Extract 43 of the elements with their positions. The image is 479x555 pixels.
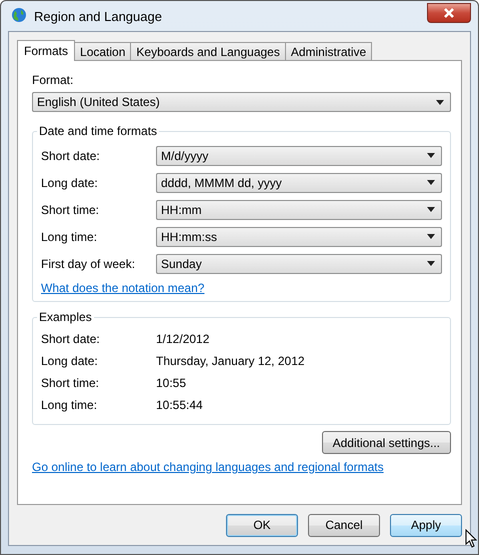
format-dropdown[interactable]: HH:mm	[156, 200, 442, 220]
example-value: 10:55	[156, 376, 186, 390]
caret-icon	[436, 100, 444, 104]
group-title: Examples	[38, 310, 93, 324]
dialog-button[interactable]: Apply	[390, 514, 462, 536]
notation-link[interactable]: What does the notation mean?	[41, 281, 204, 295]
tab[interactable]: Location	[74, 42, 132, 60]
example-label: Long time:	[41, 398, 98, 412]
example-value: 1/12/2012	[156, 332, 210, 346]
format-label: Long time:	[41, 230, 98, 244]
example-label: Short date:	[41, 332, 101, 346]
format-label: Short time:	[41, 202, 100, 216]
caret-icon	[427, 153, 435, 158]
example-label: Long date:	[41, 354, 99, 368]
dialog-button[interactable]: Cancel	[308, 514, 380, 536]
caret-icon	[427, 261, 435, 266]
format-label: First day of week:	[41, 256, 136, 270]
group-title: Date and time formats	[38, 124, 158, 138]
window-title: Region and Language	[34, 8, 162, 24]
example-label: Short time:	[41, 376, 100, 390]
caret-icon	[427, 234, 435, 239]
close-button[interactable]	[427, 3, 471, 23]
format-dropdown[interactable]: dddd, MMMM dd, yyyy	[156, 172, 442, 192]
tab[interactable]: Formats	[17, 40, 76, 61]
cursor-icon	[465, 529, 477, 548]
format-dropdown[interactable]: HH:mm:ss	[156, 226, 442, 246]
example-value: Thursday, January 12, 2012	[156, 354, 305, 368]
close-icon	[443, 8, 455, 18]
example-value: 10:55:44	[156, 398, 203, 412]
tab[interactable]: Keyboards and Languages	[130, 42, 286, 60]
dialog-button[interactable]: OK	[226, 514, 298, 536]
additional-settings-button[interactable]: Additional settings...	[322, 431, 451, 454]
format-dropdown[interactable]: English (United States)	[32, 92, 451, 112]
format-label: Format:	[32, 73, 74, 87]
format-label: Long date:	[41, 176, 99, 190]
format-dropdown[interactable]: M/d/yyyy	[156, 146, 442, 166]
globe-icon	[10, 7, 28, 25]
format-label: Short date:	[41, 148, 101, 162]
tab[interactable]: Administrative	[284, 42, 372, 60]
online-help-link[interactable]: Go online to learn about changing languages and regional formats	[32, 460, 384, 474]
caret-icon	[427, 180, 435, 185]
format-dropdown[interactable]: Sunday	[156, 254, 442, 274]
caret-icon	[427, 207, 435, 212]
